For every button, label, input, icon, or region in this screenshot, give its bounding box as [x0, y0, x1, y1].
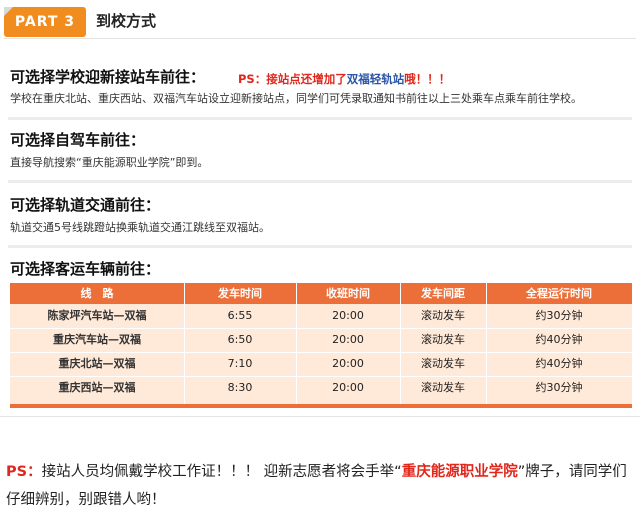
section-drive: 可选择自驾车前往： 直接导航搜索“重庆能源职业学院”即到。	[0, 129, 640, 179]
table-cell-depart: 6:55	[227, 309, 253, 322]
section-divider	[8, 117, 632, 120]
pickup-ps-suffix: 哦！！！	[404, 72, 451, 86]
table-cell-last: 20:00	[332, 381, 364, 394]
table-bottom-bar	[10, 404, 632, 408]
section-divider	[8, 245, 632, 248]
footer-note: PS：接站人员均佩戴学校工作证！！！ 迎新志愿者将会手举“重庆能源职业学院”牌子…	[6, 458, 634, 514]
table-cell-route: 重庆西站—双福	[58, 381, 136, 394]
table-cell-duration: 约30分钟	[535, 381, 583, 394]
footer-text-1: 接站人员均佩戴学校工作证！！！ 迎新志愿者将会手举“	[41, 464, 402, 480]
table-cell-interval: 滚动发车	[421, 357, 465, 370]
table-cell-duration: 约40分钟	[535, 333, 583, 346]
section-rail: 可选择轨道交通前往： 轨道交通5号线跳蹬站换乘轨道交通江跳线至双福站。	[0, 194, 640, 244]
part-badge-label: PART 3	[14, 14, 76, 30]
section-pickup: 可选择学校迎新接站车前往： PS：接站点还增加了双福轻轨站哦！！！ 学校在重庆北…	[0, 62, 640, 112]
section-drive-title: 可选择自驾车前往：	[10, 131, 146, 149]
table-cell-interval: 滚动发车	[421, 333, 465, 346]
section-rail-body: 轨道交通5号线跳蹬站换乘轨道交通江跳线至双福站。	[10, 221, 270, 234]
table-cell-route: 陈家坪汽车站—双福	[47, 309, 147, 322]
pickup-ps-highlight: 双福轻轨站	[346, 72, 405, 86]
table-cell-depart: 6:50	[227, 333, 253, 346]
part-badge: PART 3	[4, 7, 86, 37]
section-bus: 可选择客运车辆前往：	[0, 258, 640, 280]
section-rail-title: 可选择轨道交通前往：	[10, 196, 161, 214]
table-cell-depart: 8:30	[227, 381, 253, 394]
table-cell-route: 重庆汽车站—双福	[53, 333, 141, 346]
section-header: PART 3 到校方式	[0, 4, 640, 40]
pickup-ps-note: PS：接站点还增加了双福轻轨站哦！！！	[238, 71, 450, 87]
table-header-cell: 发车时间	[218, 287, 262, 300]
bus-schedule-table: 线 路 发车时间 收班时间 发车间距 全程运行时间 陈家坪汽车站—双福 6:55…	[10, 283, 632, 408]
section-drive-body: 直接导航搜索“重庆能源职业学院”即到。	[10, 156, 209, 169]
pickup-ps-prefix: PS：接站点还增加了	[238, 72, 347, 86]
table-header-cell: 全程运行时间	[526, 287, 592, 300]
table-header-cell: 线 路	[80, 287, 114, 300]
section-pickup-title: 可选择学校迎新接站车前往：	[10, 68, 206, 86]
table-cell-interval: 滚动发车	[421, 309, 465, 322]
table-cell-duration: 约30分钟	[535, 309, 583, 322]
footer-divider	[0, 416, 640, 417]
table-cell-duration: 约40分钟	[535, 357, 583, 370]
section-pickup-body: 学校在重庆北站、重庆西站、双福汽车站设立迎新接站点，同学们可凭录取通知书前往以上…	[10, 92, 582, 105]
table-cell-interval: 滚动发车	[421, 381, 465, 394]
page-title: 到校方式	[96, 12, 157, 30]
table-header-cell: 收班时间	[326, 287, 370, 300]
table-header-cell: 发车间距	[421, 287, 465, 300]
header-divider	[4, 38, 636, 39]
section-bus-title: 可选择客运车辆前往：	[10, 260, 161, 278]
table-cell-last: 20:00	[332, 309, 364, 322]
table-cell-last: 20:00	[332, 357, 364, 370]
table-cell-last: 20:00	[332, 333, 364, 346]
table-header: 线 路 发车时间 收班时间 发车间距 全程运行时间	[10, 283, 632, 304]
footer-school-name: 重庆能源职业学院	[401, 464, 518, 480]
table-cell-route: 重庆北站—双福	[58, 357, 136, 370]
footer-ps-label: PS：	[6, 464, 42, 480]
section-divider	[8, 180, 632, 183]
table-cell-depart: 7:10	[227, 357, 253, 370]
